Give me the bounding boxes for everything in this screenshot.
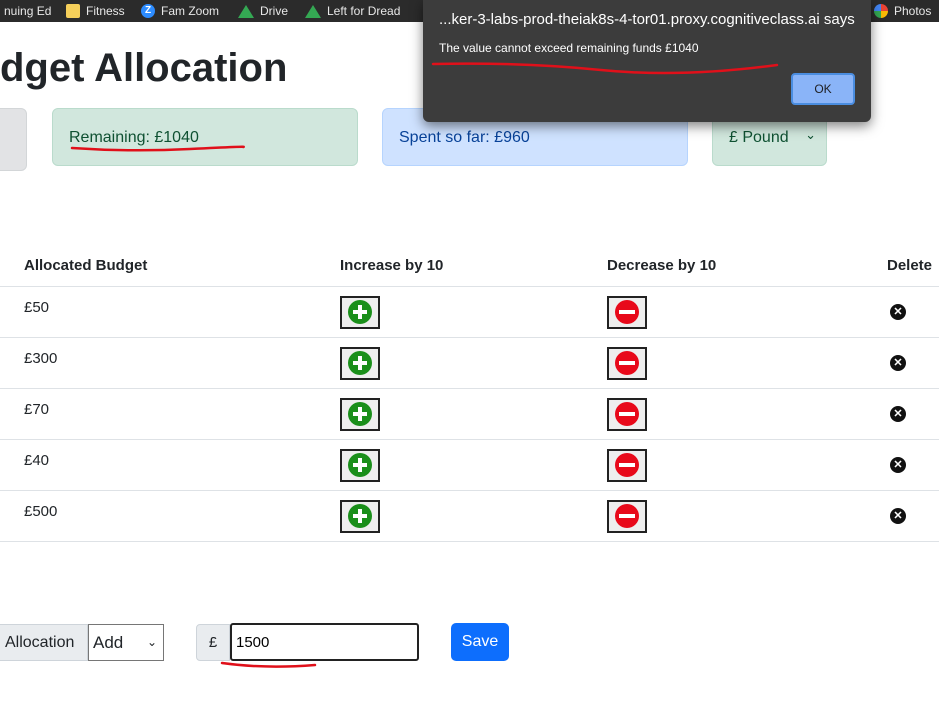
dialog-title: ...ker-3-labs-prod-theiak8s-4-tor01.prox… <box>439 11 855 28</box>
bookmark-continuing-ed[interactable]: nuing Ed <box>4 3 51 19</box>
decrease-button[interactable] <box>607 397 647 431</box>
zoom-icon: Z <box>141 4 155 18</box>
annotation-underline <box>431 62 779 75</box>
currency-value: £ Pound <box>729 129 789 146</box>
minus-icon <box>615 453 639 477</box>
photos-icon <box>874 4 888 18</box>
drive-icon <box>238 4 254 18</box>
table-row: £500 ✕ <box>0 490 939 542</box>
delete-icon[interactable]: ✕ <box>890 304 906 320</box>
budget-value: £300 <box>24 349 58 367</box>
increase-button[interactable] <box>340 499 380 533</box>
minus-icon <box>615 300 639 324</box>
decrease-button[interactable] <box>607 499 647 533</box>
bookmark-drive[interactable]: Drive <box>238 3 288 19</box>
minus-icon <box>615 402 639 426</box>
delete-icon[interactable]: ✕ <box>890 508 906 524</box>
budget-table: Allocated Budget Increase by 10 Decrease… <box>0 244 939 542</box>
action-value: Add <box>93 633 124 652</box>
spent-text: Spent so far: £960 <box>399 129 530 146</box>
delete-icon[interactable]: ✕ <box>890 457 906 473</box>
table-row: £300 ✕ <box>0 337 939 389</box>
bookmark-left-for-dread[interactable]: Left for Dread <box>305 3 400 19</box>
decrease-button[interactable] <box>607 346 647 380</box>
annotation-underline <box>220 661 317 668</box>
page-title: dget Allocation <box>0 46 288 90</box>
annotation-underline <box>70 145 245 152</box>
bookmark-label: nuing Ed <box>4 4 52 18</box>
table-header-row: Allocated Budget Increase by 10 Decrease… <box>0 244 939 287</box>
budget-card <box>0 108 27 171</box>
bookmark-label: Photos <box>894 4 932 18</box>
remaining-card: Remaining: £1040 <box>52 108 358 166</box>
plus-icon <box>348 402 372 426</box>
bookmark-fam-zoom[interactable]: Z Fam Zoom <box>141 3 219 19</box>
increase-button[interactable] <box>340 295 380 329</box>
bookmark-label: Fam Zoom <box>161 4 220 18</box>
bookmark-photos[interactable]: Photos <box>874 3 931 19</box>
chevron-down-icon: ⌄ <box>805 127 816 142</box>
table-row: £70 ✕ <box>0 388 939 440</box>
plus-icon <box>348 504 372 528</box>
increase-button[interactable] <box>340 448 380 482</box>
decrease-button[interactable] <box>607 448 647 482</box>
alert-dialog: ...ker-3-labs-prod-theiak8s-4-tor01.prox… <box>423 0 871 122</box>
bookmark-label: Left for Dread <box>327 4 401 18</box>
table-row: £50 ✕ <box>0 286 939 338</box>
increase-button[interactable] <box>340 397 380 431</box>
ok-button[interactable]: OK <box>791 73 855 105</box>
dialog-message: The value cannot exceed remaining funds … <box>439 41 699 55</box>
allocation-label: Allocation <box>0 624 88 661</box>
folder-icon <box>66 4 80 18</box>
delete-icon[interactable]: ✕ <box>890 355 906 371</box>
minus-icon <box>615 351 639 375</box>
bookmark-label: Drive <box>260 4 289 18</box>
amount-input[interactable] <box>230 623 419 661</box>
header-decrease: Decrease by 10 <box>607 244 887 287</box>
bookmark-label: Fitness <box>86 4 125 18</box>
currency-prefix: £ <box>196 624 230 661</box>
decrease-button[interactable] <box>607 295 647 329</box>
save-button[interactable]: Save <box>451 623 509 661</box>
delete-icon[interactable]: ✕ <box>890 406 906 422</box>
header-increase: Increase by 10 <box>340 244 607 287</box>
action-select[interactable]: Add ⌄ <box>88 624 164 661</box>
header-delete: Delete <box>887 244 939 287</box>
minus-icon <box>615 504 639 528</box>
increase-button[interactable] <box>340 346 380 380</box>
budget-value: £50 <box>24 298 50 316</box>
drive-icon <box>305 4 321 18</box>
bookmark-fitness[interactable]: Fitness <box>66 3 125 19</box>
chevron-down-icon: ⌄ <box>146 635 157 649</box>
budget-value: £500 <box>24 502 58 520</box>
header-allocated-budget: Allocated Budget <box>0 244 340 287</box>
budget-value: £70 <box>24 400 50 418</box>
budget-value: £40 <box>24 451 50 469</box>
plus-icon <box>348 300 372 324</box>
plus-icon <box>348 453 372 477</box>
plus-icon <box>348 351 372 375</box>
table-row: £40 ✕ <box>0 439 939 491</box>
